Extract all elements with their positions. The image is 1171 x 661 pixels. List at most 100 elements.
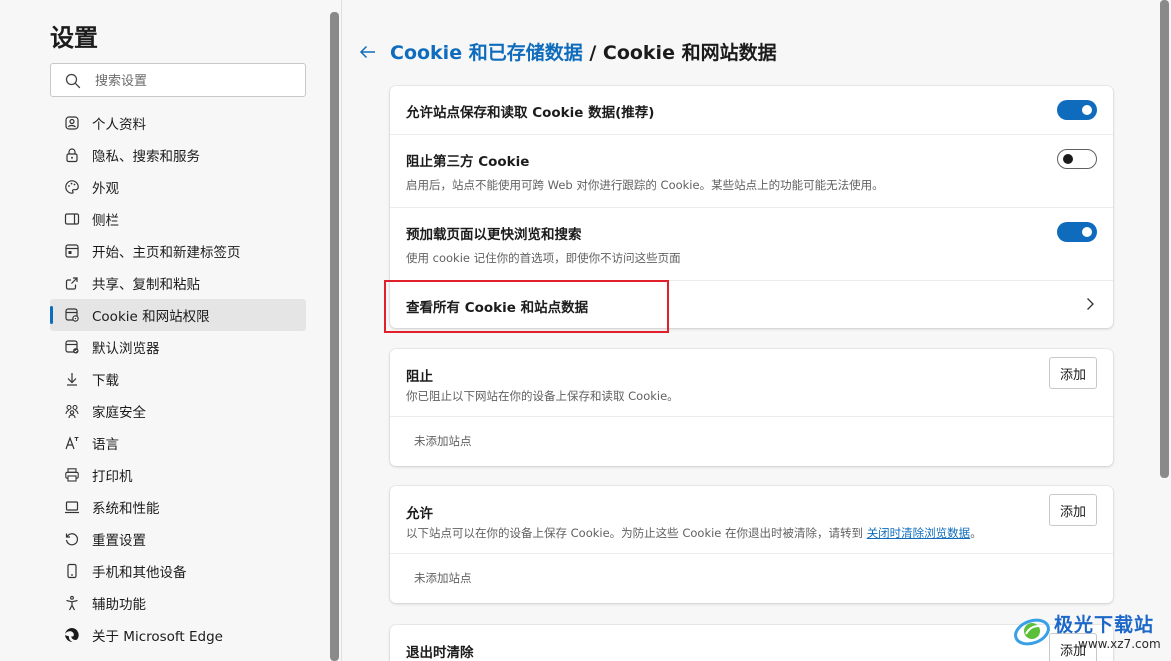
highlight-annotation [384, 280, 669, 333]
block-third-party-desc: 启用后，站点不能使用可跨 Web 对你进行跟踪的 Cookie。某些站点上的功能… [406, 178, 884, 192]
laptop-icon [65, 501, 79, 514]
sidebar-item-label: 共享、复制和粘贴 [92, 277, 200, 293]
allow-desc-end: 。 [970, 526, 982, 540]
allow-sites-card: 允许 以下站点可以在你的设备上保存 Cookie。为防止这些 Cookie 在你… [390, 486, 1113, 603]
watermark-logo-icon [1014, 618, 1050, 646]
reset-icon [65, 533, 78, 546]
sidebar-item-label: 个人资料 [92, 117, 146, 133]
watermark-url: www.xz7.com [1078, 637, 1161, 651]
sidebar-item-label: 隐私、搜索和服务 [92, 149, 200, 165]
preload-row: 预加载页面以更快浏览和搜索 使用 cookie 记住你的首选项，即使你不访问这些… [390, 208, 1113, 281]
sidebar-scrollbar[interactable] [330, 12, 339, 661]
settings-sidebar: 设置 个人资料 隐私、搜索和服务 外观 侧栏 开始、主页和新建标签页 [0, 0, 330, 661]
accessibility-icon [66, 595, 78, 611]
printer-icon [65, 468, 79, 482]
sidebar-item-label: 下载 [92, 373, 119, 389]
block-add-button[interactable]: 添加 [1049, 357, 1097, 389]
sidebar-item-label: 关于 Microsoft Edge [92, 629, 223, 645]
sidebar-item-accessibility[interactable]: 辅助功能 [50, 587, 306, 619]
phone-icon [67, 563, 77, 579]
sidebar-item-cookies[interactable]: Cookie 和网站权限 [50, 299, 306, 331]
block-third-party-toggle[interactable] [1057, 149, 1097, 169]
profile-icon [65, 116, 79, 130]
breadcrumb-link[interactable]: Cookie 和已存储数据 [390, 42, 583, 64]
toggle-knob [1082, 105, 1092, 115]
sidebar-item-label: 辅助功能 [92, 597, 146, 613]
sidebar-item-label: 语言 [92, 437, 119, 453]
sidebar-item-printers[interactable]: 打印机 [50, 459, 306, 491]
watermark-brand: 极光下载站 [1054, 614, 1155, 636]
toggle-knob [1082, 227, 1092, 237]
clear-on-exit-card: 退出时清除 添加 [390, 625, 1113, 661]
allow-cookies-toggle[interactable] [1057, 100, 1097, 120]
page-title: Cookie 和已存储数据 / Cookie 和网站数据 [390, 38, 777, 65]
sidebar-item-profile[interactable]: 个人资料 [50, 107, 306, 139]
clear-browsing-data-link[interactable]: 关闭时清除浏览数据 [867, 526, 971, 540]
preload-toggle[interactable] [1057, 222, 1097, 242]
language-icon [65, 436, 79, 450]
allow-empty-row: 未添加站点 [390, 554, 1113, 602]
sidebar-title: 设置 [50, 24, 98, 52]
search-input[interactable] [95, 71, 295, 91]
sidebar-item-label: 外观 [92, 181, 119, 197]
block-sites-card: 阻止 你已阻止以下网站在你的设备上保存和读取 Cookie。 添加 未添加站点 [390, 349, 1113, 466]
edge-icon [65, 628, 79, 642]
allow-header-row: 允许 以下站点可以在你的设备上保存 Cookie。为防止这些 Cookie 在你… [390, 486, 1113, 554]
page-title-current: Cookie 和网站数据 [602, 42, 777, 64]
sidebar-item-system[interactable]: 系统和性能 [50, 491, 306, 523]
sidebar-item-label: 打印机 [92, 469, 133, 485]
block-header-row: 阻止 你已阻止以下网站在你的设备上保存和读取 Cookie。 添加 [390, 349, 1113, 417]
sidebar-item-share[interactable]: 共享、复制和粘贴 [50, 267, 306, 299]
download-icon [67, 373, 77, 386]
chevron-right-icon [1087, 298, 1094, 310]
sidebar-item-label: 系统和性能 [92, 501, 160, 517]
share-icon [65, 277, 78, 290]
allow-section-title: 允许 [406, 506, 433, 522]
sidebar-item-label: 侧栏 [92, 213, 119, 229]
sidebar-item-family[interactable]: 家庭安全 [50, 395, 306, 427]
allow-cookies-title: 允许站点保存和读取 Cookie 数据(推荐) [406, 105, 655, 121]
block-section-desc: 你已阻止以下网站在你的设备上保存和读取 Cookie。 [406, 389, 679, 403]
block-section-title: 阻止 [406, 369, 433, 385]
sidebar-item-label: 开始、主页和新建标签页 [92, 245, 241, 261]
browser-icon [65, 340, 79, 354]
block-empty-text: 未添加站点 [414, 434, 472, 448]
sidebar-item-devices[interactable]: 手机和其他设备 [50, 555, 306, 587]
preload-title: 预加载页面以更快浏览和搜索 [406, 227, 582, 243]
allow-add-button[interactable]: 添加 [1049, 494, 1097, 526]
watermark: 极光下载站 www.xz7.com [1012, 608, 1164, 658]
sidebar-item-start-home[interactable]: 开始、主页和新建标签页 [50, 235, 306, 267]
palette-icon [65, 180, 79, 194]
sidebar-item-downloads[interactable]: 下载 [50, 363, 306, 395]
back-arrow-icon[interactable] [358, 42, 378, 62]
clear-on-exit-row: 退出时清除 添加 [390, 625, 1113, 661]
block-third-party-title: 阻止第三方 Cookie [406, 154, 530, 170]
sidebar-item-label: 家庭安全 [92, 405, 146, 421]
sidebar-item-label: Cookie 和网站权限 [92, 309, 210, 325]
lock-icon [66, 148, 78, 163]
allow-desc-text: 以下站点可以在你的设备上保存 Cookie。为防止这些 Cookie 在你退出时… [406, 526, 867, 540]
content-scrollbar[interactable] [1160, 0, 1169, 478]
search-icon [65, 73, 81, 89]
sidebar-item-languages[interactable]: 语言 [50, 427, 306, 459]
sidebar-item-label: 默认浏览器 [92, 341, 160, 357]
sidebar-item-appearance[interactable]: 外观 [50, 171, 306, 203]
cookie-settings-icon [65, 308, 79, 322]
sidebar-item-default-browser[interactable]: 默认浏览器 [50, 331, 306, 363]
sidebar-item-label: 重置设置 [92, 533, 146, 549]
allow-cookies-row: 允许站点保存和读取 Cookie 数据(推荐) [390, 86, 1113, 135]
family-icon [65, 404, 79, 419]
allow-empty-text: 未添加站点 [414, 571, 472, 585]
sidebar-item-reset[interactable]: 重置设置 [50, 523, 306, 555]
toggle-knob [1063, 154, 1073, 164]
allow-section-desc: 以下站点可以在你的设备上保存 Cookie。为防止这些 Cookie 在你退出时… [406, 525, 982, 541]
sidebar-item-sidebar[interactable]: 侧栏 [50, 203, 306, 235]
sidebar-item-privacy[interactable]: 隐私、搜索和服务 [50, 139, 306, 171]
block-third-party-row: 阻止第三方 Cookie 启用后，站点不能使用可跨 Web 对你进行跟踪的 Co… [390, 135, 1113, 208]
clear-on-exit-title: 退出时清除 [406, 645, 474, 661]
sidebar-icon [64, 213, 80, 225]
sidebar-item-about[interactable]: 关于 Microsoft Edge [50, 619, 306, 651]
sidebar-item-label: 手机和其他设备 [92, 565, 187, 581]
preload-desc: 使用 cookie 记住你的首选项，即使你不访问这些页面 [406, 251, 681, 265]
search-box[interactable] [50, 63, 306, 97]
